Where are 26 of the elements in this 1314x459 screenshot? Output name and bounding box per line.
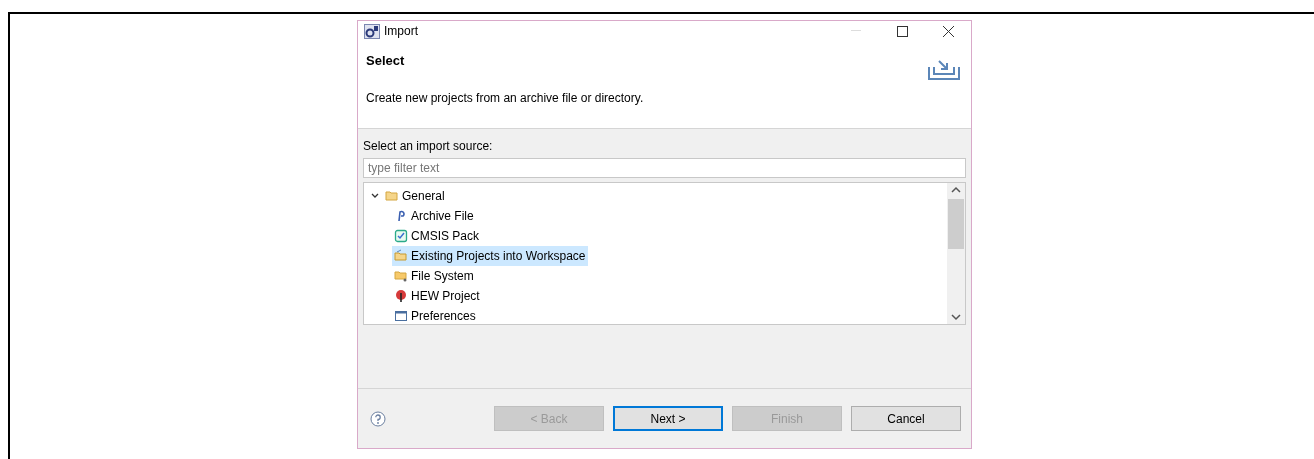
tree-item[interactable]: Preferences	[392, 306, 478, 326]
page-description: Create new projects from an archive file or directory.	[366, 89, 644, 107]
dialog-button[interactable]: Cancel	[851, 406, 961, 431]
folder-icon	[385, 189, 399, 203]
pin-icon	[394, 289, 408, 303]
tree-item[interactable]: File System	[392, 266, 476, 286]
page-title: Select	[366, 52, 405, 70]
import-icon	[927, 59, 961, 81]
scroll-thumb[interactable]	[948, 199, 964, 249]
tree-item[interactable]: HEW Project	[392, 286, 482, 306]
tree-item[interactable]: Archive File	[392, 206, 476, 226]
dialog-button[interactable]: Next >	[613, 406, 723, 431]
folder-icon	[394, 269, 408, 283]
tree-item[interactable]: Existing Projects into Workspace	[392, 246, 588, 266]
close-icon[interactable]	[942, 25, 954, 37]
folder-icon	[394, 249, 408, 263]
maximize-icon[interactable]	[896, 25, 908, 37]
scrollbar[interactable]	[947, 183, 965, 324]
field-label: Select an import source:	[363, 139, 493, 153]
help-icon[interactable]	[370, 410, 386, 427]
checkbox-icon	[394, 229, 408, 243]
filter-field[interactable]: type filter text	[363, 158, 966, 178]
window-title: Import	[384, 23, 418, 40]
tree-item[interactable]: General	[383, 186, 447, 206]
tree-item[interactable]: CMSIS Pack	[392, 226, 481, 246]
app-icon	[364, 23, 380, 39]
